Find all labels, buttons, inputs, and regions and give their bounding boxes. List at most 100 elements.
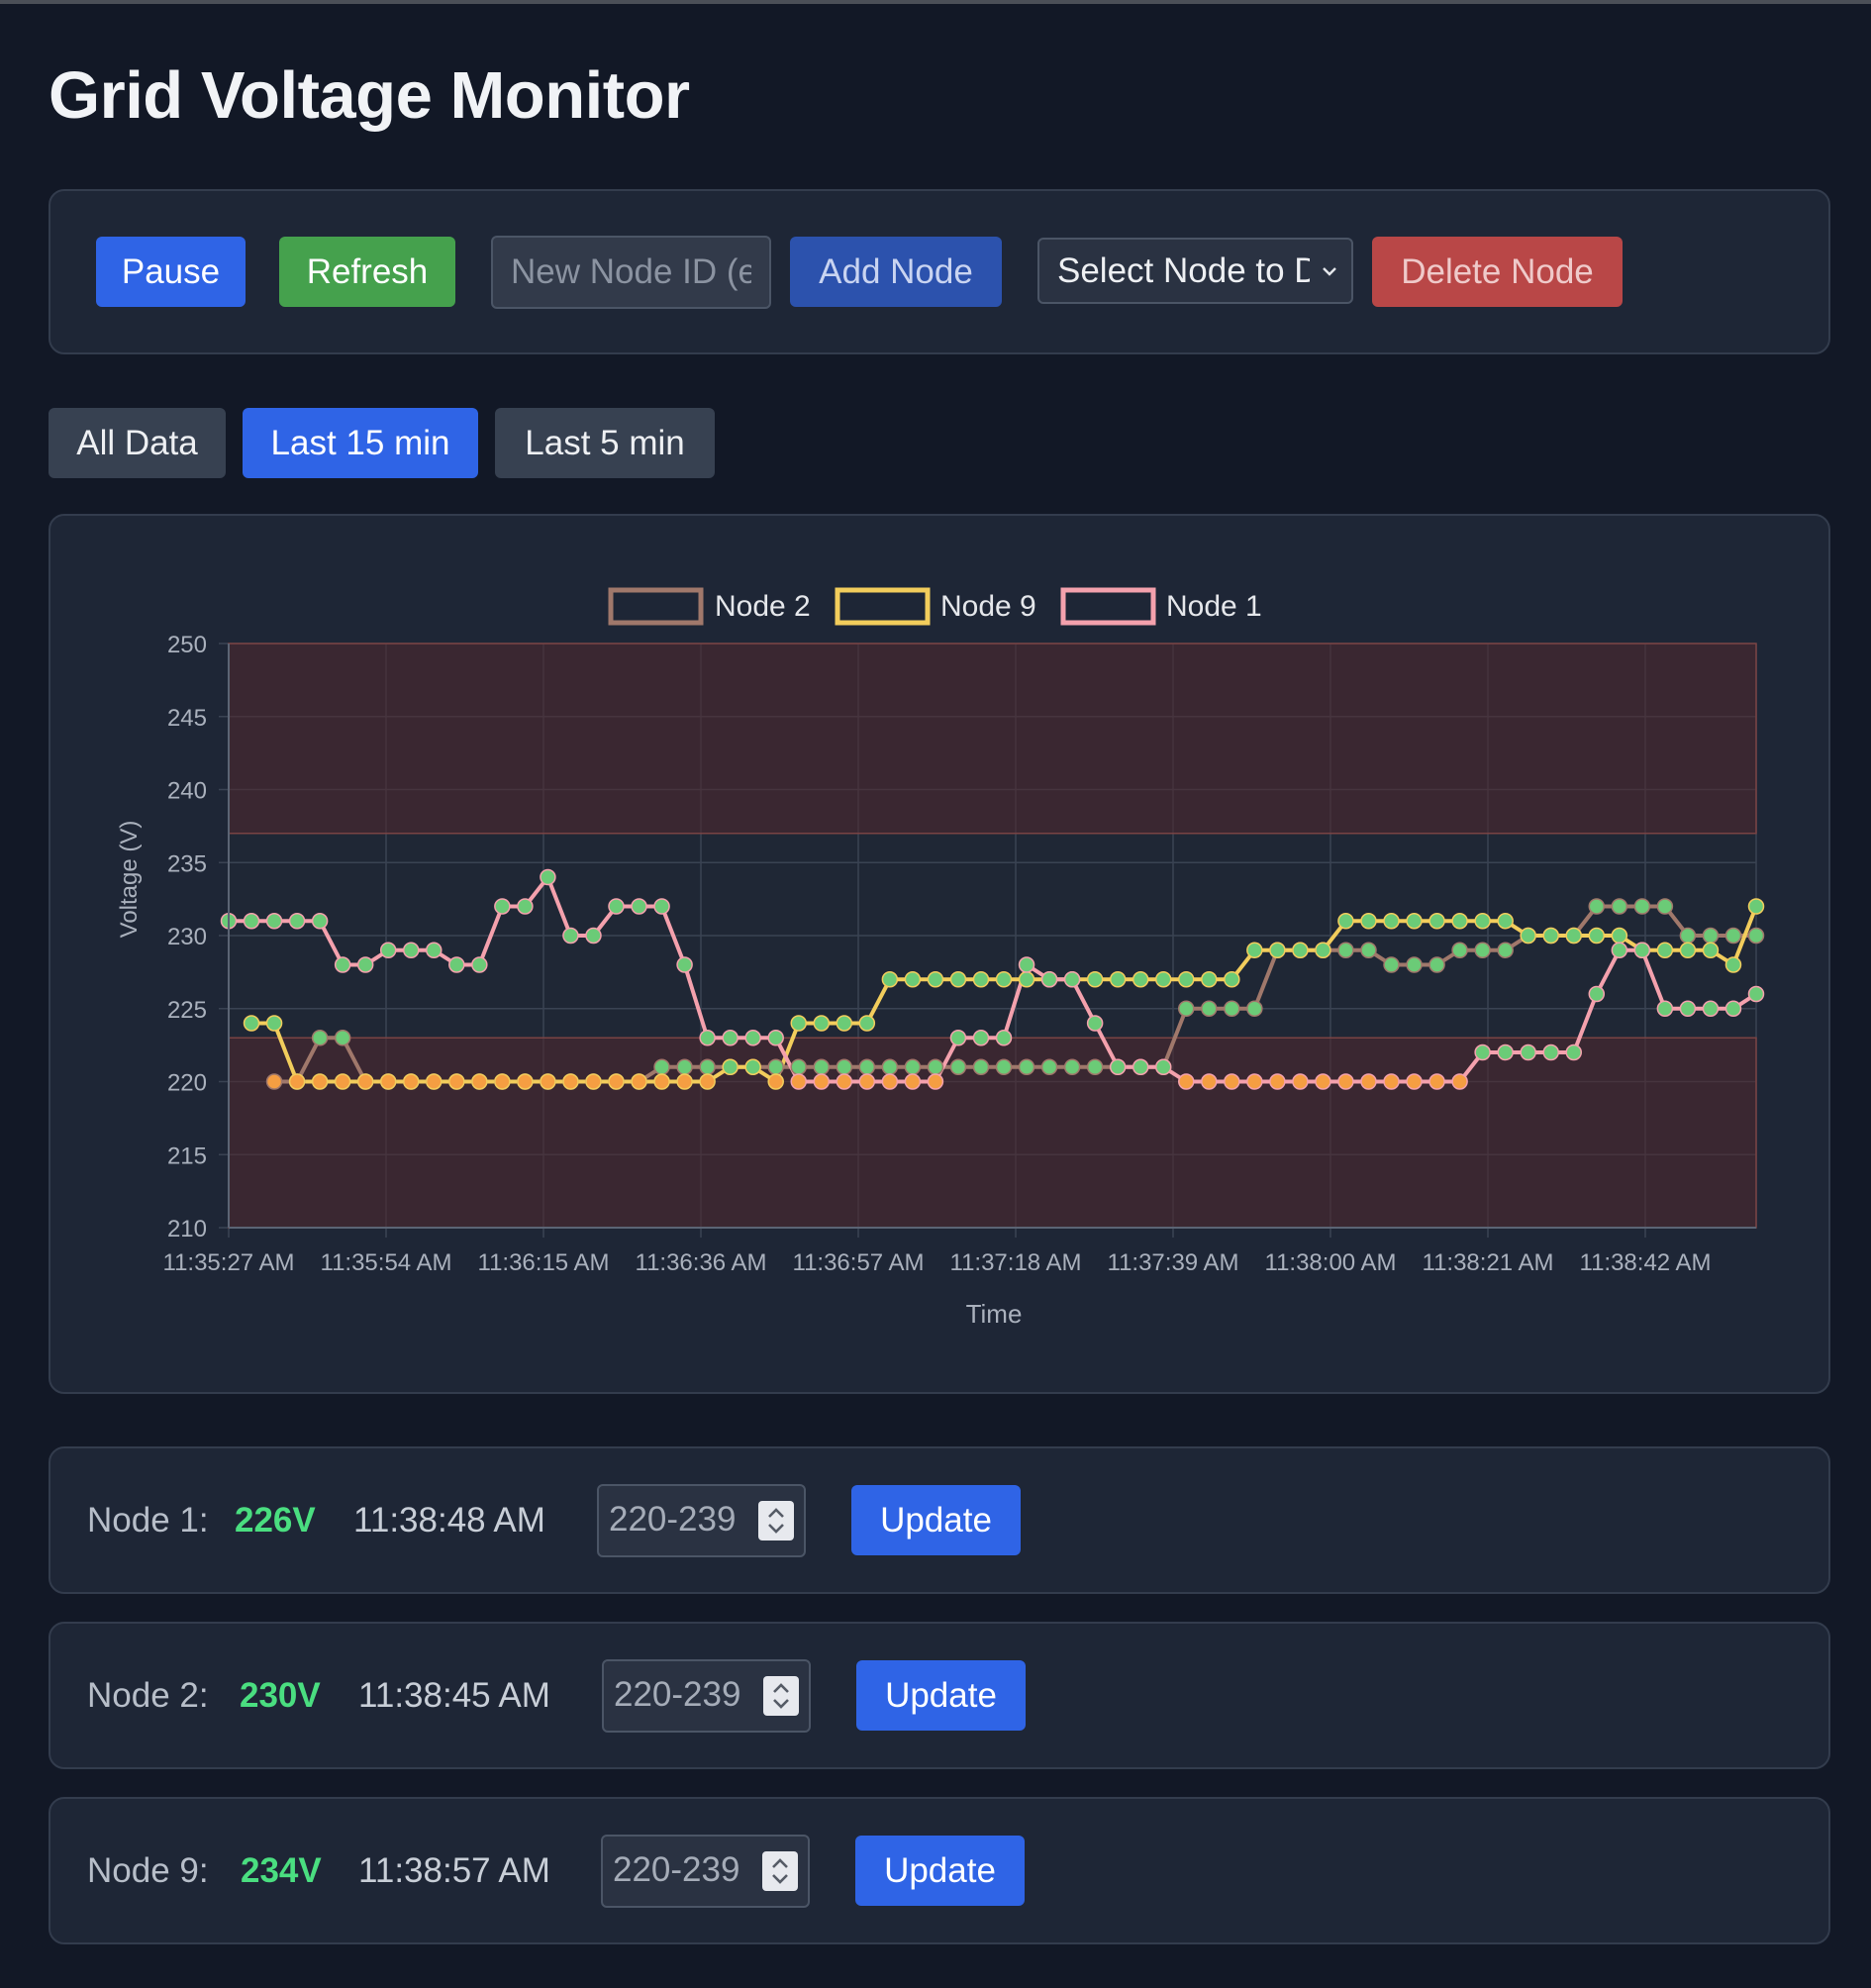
data-point-node-9[interactable]	[1132, 971, 1149, 988]
data-point-node-2[interactable]	[836, 1058, 853, 1075]
data-point-node-2[interactable]	[1040, 1058, 1058, 1075]
data-point-node-1[interactable]	[653, 898, 670, 915]
data-point-node-1[interactable]	[562, 927, 579, 944]
data-point-node-9[interactable]	[311, 1073, 329, 1090]
data-point-node-9[interactable]	[1679, 942, 1697, 958]
data-point-node-9[interactable]	[631, 1073, 647, 1090]
data-point-node-1[interactable]	[1246, 1073, 1263, 1090]
node-range-stepper[interactable]: 220-239	[597, 1484, 806, 1557]
data-point-node-1[interactable]	[1292, 1073, 1309, 1090]
tab-last-15-min[interactable]: Last 15 min	[243, 408, 478, 478]
data-point-node-1[interactable]	[311, 913, 329, 930]
data-point-node-2[interactable]	[1224, 1000, 1240, 1017]
data-point-node-2[interactable]	[881, 1058, 899, 1075]
data-point-node-9[interactable]	[995, 971, 1013, 988]
refresh-button[interactable]: Refresh	[279, 237, 455, 307]
data-point-node-9[interactable]	[1497, 913, 1514, 930]
data-point-node-9[interactable]	[858, 1015, 876, 1032]
data-point-node-2[interactable]	[1337, 942, 1354, 958]
stepper-arrows-icon[interactable]	[758, 1501, 794, 1541]
data-point-node-2[interactable]	[1724, 927, 1742, 944]
stepper-arrows-icon[interactable]	[762, 1851, 798, 1891]
data-point-node-2[interactable]	[790, 1058, 807, 1075]
update-button[interactable]: Update	[851, 1485, 1021, 1555]
data-point-node-1[interactable]	[1224, 1073, 1240, 1090]
data-point-node-1[interactable]	[1565, 1044, 1583, 1061]
data-point-node-9[interactable]	[881, 971, 899, 988]
data-point-node-2[interactable]	[1702, 927, 1720, 944]
data-point-node-2[interactable]	[1656, 898, 1674, 915]
data-point-node-9[interactable]	[1109, 971, 1127, 988]
data-point-node-9[interactable]	[448, 1073, 465, 1090]
data-point-node-2[interactable]	[653, 1058, 670, 1075]
new-node-id-input[interactable]	[491, 236, 771, 309]
data-point-node-1[interactable]	[1656, 1000, 1674, 1017]
data-point-node-9[interactable]	[494, 1073, 511, 1090]
data-point-node-2[interactable]	[1588, 898, 1606, 915]
data-point-node-9[interactable]	[653, 1073, 670, 1090]
data-point-node-1[interactable]	[1154, 1058, 1172, 1075]
data-point-node-1[interactable]	[265, 913, 283, 930]
data-point-node-9[interactable]	[1269, 942, 1286, 958]
data-point-node-1[interactable]	[608, 898, 625, 915]
data-point-node-1[interactable]	[1406, 1073, 1423, 1090]
data-point-node-2[interactable]	[1611, 898, 1628, 915]
data-point-node-9[interactable]	[356, 1073, 374, 1090]
data-point-node-1[interactable]	[402, 942, 420, 958]
data-point-node-9[interactable]	[585, 1073, 602, 1090]
legend-swatch-node-2[interactable]	[608, 587, 704, 626]
data-point-node-9[interactable]	[676, 1073, 693, 1090]
data-point-node-2[interactable]	[699, 1058, 716, 1075]
data-point-node-1[interactable]	[1497, 1044, 1514, 1061]
data-point-node-9[interactable]	[471, 1073, 488, 1090]
data-point-node-9[interactable]	[1292, 942, 1309, 958]
data-point-node-9[interactable]	[790, 1015, 807, 1032]
data-point-node-1[interactable]	[1337, 1073, 1354, 1090]
data-point-node-1[interactable]	[1679, 1000, 1697, 1017]
data-point-node-1[interactable]	[858, 1073, 876, 1090]
data-point-node-9[interactable]	[1474, 913, 1491, 930]
legend-label-node-9[interactable]: Node 9	[940, 590, 1036, 623]
data-point-node-2[interactable]	[1246, 1000, 1263, 1017]
data-point-node-9[interactable]	[1611, 927, 1628, 944]
data-point-node-1[interactable]	[972, 1030, 990, 1046]
data-point-node-1[interactable]	[1542, 1044, 1559, 1061]
data-point-node-2[interactable]	[767, 1058, 784, 1075]
node-range-stepper[interactable]: 220-239	[602, 1659, 811, 1733]
data-point-node-1[interactable]	[699, 1030, 716, 1046]
data-point-node-2[interactable]	[1383, 956, 1400, 973]
data-point-node-9[interactable]	[1360, 913, 1377, 930]
data-point-node-1[interactable]	[1132, 1058, 1149, 1075]
data-point-node-9[interactable]	[608, 1073, 625, 1090]
data-point-node-1[interactable]	[1702, 1000, 1720, 1017]
data-point-node-1[interactable]	[356, 956, 374, 973]
data-point-node-1[interactable]	[585, 927, 602, 944]
data-point-node-1[interactable]	[1315, 1073, 1331, 1090]
data-point-node-1[interactable]	[949, 1030, 967, 1046]
data-point-node-2[interactable]	[1406, 956, 1423, 973]
data-point-node-9[interactable]	[904, 971, 922, 988]
data-point-node-1[interactable]	[540, 868, 556, 886]
data-point-node-9[interactable]	[288, 1073, 306, 1090]
data-point-node-9[interactable]	[1428, 913, 1445, 930]
data-point-node-1[interactable]	[767, 1030, 784, 1046]
legend-label-node-2[interactable]: Node 2	[715, 590, 811, 623]
data-point-node-2[interactable]	[1451, 942, 1468, 958]
data-point-node-9[interactable]	[1246, 942, 1263, 958]
data-point-node-2[interactable]	[1178, 1000, 1195, 1017]
data-point-node-1[interactable]	[813, 1073, 831, 1090]
pause-button[interactable]: Pause	[96, 237, 246, 307]
data-point-node-1[interactable]	[448, 956, 465, 973]
data-point-node-9[interactable]	[379, 1073, 397, 1090]
data-point-node-1[interactable]	[1109, 1058, 1127, 1075]
data-point-node-1[interactable]	[1474, 1044, 1491, 1061]
data-point-node-1[interactable]	[426, 942, 443, 958]
data-point-node-1[interactable]	[881, 1073, 899, 1090]
data-point-node-2[interactable]	[311, 1030, 329, 1046]
stepper-arrows-icon[interactable]	[763, 1676, 799, 1716]
data-point-node-2[interactable]	[1063, 1058, 1081, 1075]
data-point-node-1[interactable]	[927, 1073, 944, 1090]
data-point-node-9[interactable]	[767, 1073, 784, 1090]
data-point-node-1[interactable]	[1520, 1044, 1536, 1061]
data-point-node-1[interactable]	[379, 942, 397, 958]
